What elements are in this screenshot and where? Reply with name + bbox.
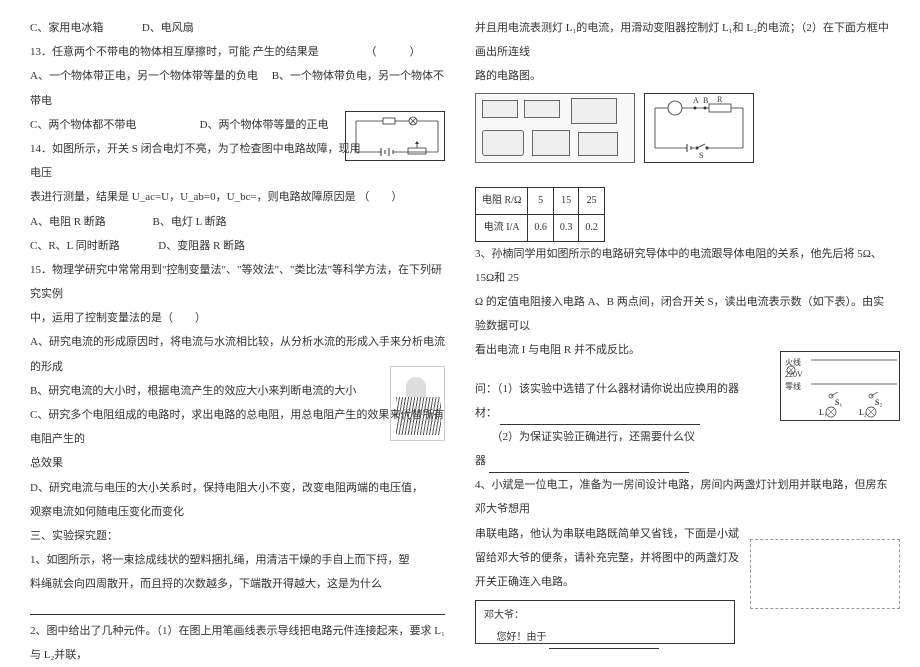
q14-circuit-figure [345, 111, 445, 161]
cont-line2: 路的电路图。 [475, 64, 890, 88]
q15-option-c2: 总效果 [30, 451, 445, 475]
q15-option-c1: C、研究多个电阻组成的电路时，求出电路的总电阻，用总电阻产生的效果来代替所有电阻… [30, 403, 445, 451]
q14-option-c: C、R、L 同时断路 [30, 240, 120, 252]
q14-option-b: B、电灯 L 断路 [153, 216, 227, 228]
note-line1: 邓大爷： [484, 605, 726, 627]
table-cell: 0.3 [553, 214, 579, 241]
q3-blank-2 [489, 461, 689, 473]
experiment-photo [475, 93, 635, 163]
svg-text:S: S [699, 151, 703, 160]
note-line2: 您好！由于 [497, 632, 547, 643]
table-row: 电流 I/A 0.6 0.3 0.2 [476, 214, 605, 241]
left-column: C、家用电冰箱 D、电风扇 13．任意两个不带电的物体相互摩擦时，可能 产生的结… [30, 16, 445, 614]
table-row: 电阻 R/Ω 5 15 25 [476, 187, 605, 214]
q13-paren: （ ） [366, 46, 421, 58]
q14-options-row1: A、电阻 R 断路 B、电灯 L 断路 [30, 210, 445, 234]
svg-text:S₂: S₂ [875, 398, 882, 407]
svg-text:S₁: S₁ [835, 398, 842, 407]
q14-option-a: A、电阻 R 断路 [30, 216, 106, 228]
q15-option-d2: 观察电流如何随电压变化而变化 [30, 500, 445, 524]
section-3-title: 三、实验探究题： [30, 524, 445, 548]
q13-option-a: A、一个物体带正电，另一个物体带等量的负电 [30, 70, 258, 82]
circuit-diagram-box: A B R S [644, 93, 754, 163]
q3-ask2b-line: 器 [475, 449, 890, 473]
cont-line1: 并且用电流表测灯 L₁的电流，用滑动变阻器控制灯 L₁和 L₂的电流；（2）在下… [475, 16, 890, 64]
q15-line1: 15．物理学研究中常常用到"控制变量法"、"等效法"、"类比法"等科学方法，在下… [30, 258, 445, 306]
q3-ask2a: （2）为保证实验正确进行，还需要什么仪 [475, 425, 890, 449]
q13-option-c: C、两个物体都不带电 [30, 119, 136, 131]
answer-drawing-box [750, 539, 900, 609]
svg-text:A: A [693, 96, 699, 105]
q15-option-a: A、研究电流的形成原因时，将电流与水流相比较，从分析水流的形成入手来分析电流的形… [30, 330, 445, 378]
svg-text:L₂: L₂ [859, 408, 867, 417]
figure-row: A B R S 电阻 R/Ω 5 15 25 电流 I/A 0.6 0.3 0.… [475, 89, 890, 242]
q3-line2: Ω 的定值电阻接入电路 A、B 两点间，闭合开关 S，读出电流表示数（如下表）。… [475, 290, 890, 338]
svg-text:L₁: L₁ [819, 408, 827, 417]
exp2-line: 2、图中给出了几种元件。（1）在图上用笔画线表示导线把电路元件连接起来，要求 L… [30, 619, 445, 667]
q3-blank-1 [500, 413, 700, 425]
svg-text:B: B [703, 96, 708, 105]
q14-option-d: D、变阻器 R 断路 [158, 240, 245, 252]
note-to-landlord: 邓大爷： 您好！由于 [475, 600, 735, 644]
exp1-line2: 料绳就会向四周散开，而且捋的次数越多，下端散开得越大，这是为什么 [30, 572, 445, 596]
table-cell: 15 [553, 187, 579, 214]
house-circuit-figure: 火线 220V 零线 S₁ S₂ L₁ L₂ [780, 351, 900, 421]
q3-line1: 3、孙楠同学用如图所示的电路研究导体中的电流跟导体电阻的关系，他先后将 5Ω、1… [475, 242, 890, 290]
q14-options-row2: C、R、L 同时断路 D、变阻器 R 断路 [30, 234, 445, 258]
q15-option-b: B、研究电流的大小时，根据电流产生的效应大小来判断电流的大小 [30, 379, 445, 403]
q12-option-c: C、家用电冰箱 [30, 22, 103, 34]
q12-option-d: D、电风扇 [142, 22, 194, 34]
q13-stem: 13．任意两个不带电的物体相互摩擦时，可能 产生的结果是 [30, 46, 319, 58]
resistance-current-table: 电阻 R/Ω 5 15 25 电流 I/A 0.6 0.3 0.2 [475, 187, 605, 242]
q13-stem-line: 13．任意两个不带电的物体相互摩擦时，可能 产生的结果是 （ ） [30, 40, 445, 64]
q14-line2: 表进行测量，结果是 U_ac=U，U_ab=0，U_bc=，则电路故障原因是 （… [30, 185, 445, 209]
hand-rope-figure [390, 366, 445, 441]
table-header-i: 电流 I/A [476, 214, 528, 241]
table-cell: 25 [579, 187, 605, 214]
right-column: 并且用电流表测灯 L₁的电流，用滑动变阻器控制灯 L₁和 L₂的电流；（2）在下… [475, 16, 890, 614]
table-header-r: 电阻 R/Ω [476, 187, 528, 214]
table-cell: 0.6 [528, 214, 554, 241]
q3-ask2b: 器 [475, 455, 486, 467]
q3-ask1b: 材： [475, 407, 497, 419]
q13-option-d: D、两个物体带等量的正电 [200, 119, 329, 131]
table-cell: 0.2 [579, 214, 605, 241]
exp1-line1: 1、如图所示，将一束捻成线状的塑料捆扎绳，用清洁干燥的手自上而下捋，塑 [30, 548, 445, 572]
svg-text:R: R [717, 95, 723, 104]
q15-option-d1: D、研究电流与电压的大小关系时，保持电阻大小不变，改变电阻两端的电压值， [30, 476, 445, 500]
table-cell: 5 [528, 187, 554, 214]
q4-line1: 4、小斌是一位电工，准备为一房间设计电路，房间内两盏灯计划用并联电路，但房东邓大… [475, 473, 890, 521]
q12-options: C、家用电冰箱 D、电风扇 [30, 16, 445, 40]
q15-line2: 中，运用了控制变量法的是（ ） [30, 306, 445, 330]
exp1-answer-blank-1 [30, 601, 445, 615]
note-blank [549, 639, 659, 649]
q13-row1: A、一个物体带正电，另一个物体带等量的负电 B、一个物体带负电，另一个物体不带电 [30, 64, 445, 112]
